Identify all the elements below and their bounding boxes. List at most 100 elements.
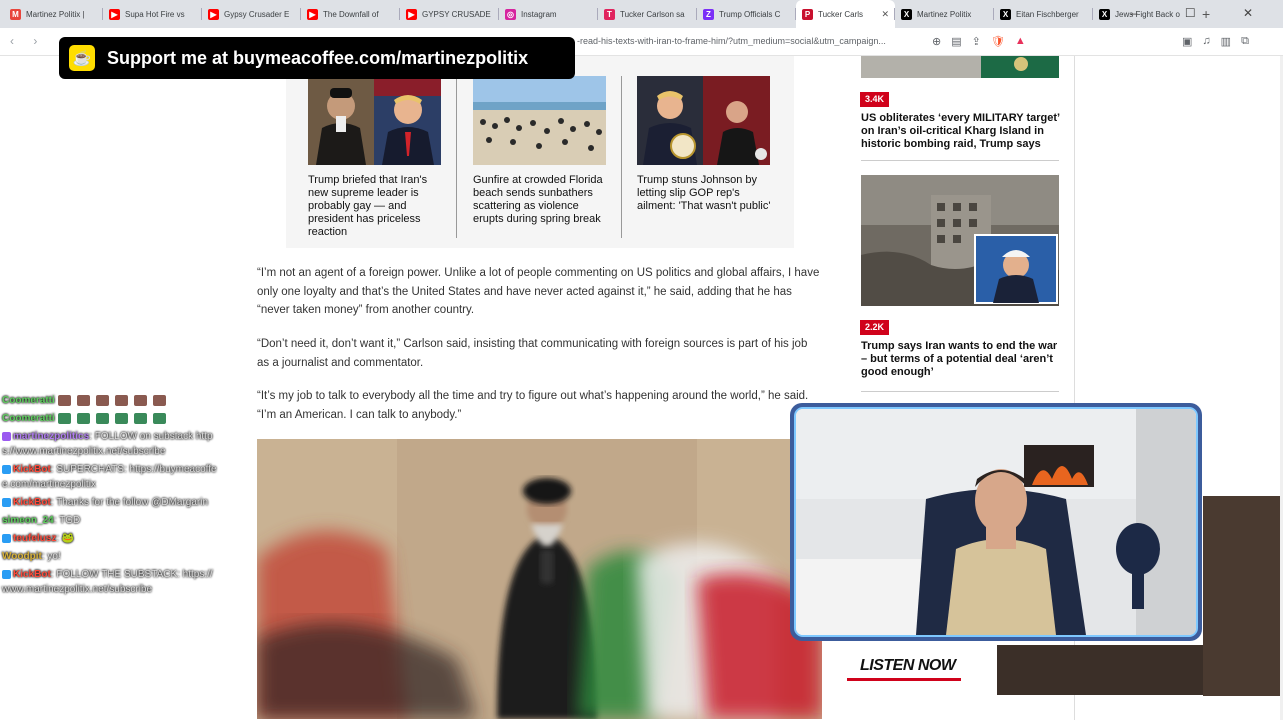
chat-message: KickBot: SUPERCHATS: https://buymeacoffe… [2,462,218,492]
chat-message: KickBot: FOLLOW THE SUBSTACK: https://ww… [2,567,218,597]
tab-favicon-icon: X [901,8,912,20]
tab-close-icon[interactable]: ✕ [881,9,889,20]
chat-text: : 🐸 [56,533,75,544]
chat-username[interactable]: martinezpolitics [13,431,89,442]
tab-title: Trump Officials C [719,9,781,19]
browser-tab[interactable]: P Tucker Carls ✕ [796,0,895,28]
chat-badge-icon [2,464,11,474]
sidebar-story-1-badge: 3.4K [860,92,890,107]
back-forward-icon[interactable]: ‹ › [10,34,45,48]
stream-chat: Coomeratti Coomeratti martinezpolitics : … [2,393,218,600]
chat-emote-icon [57,412,71,424]
browser-tab[interactable]: T Tucker Carlson sa [598,0,697,28]
tab-favicon-icon: X [1099,8,1110,20]
chat-username[interactable]: KickBot [13,464,51,475]
card-divider [456,76,457,238]
background-decor [1203,496,1283,696]
sidebar-rule [861,160,1059,161]
tab-title: The Downfall of [323,9,379,19]
tab-favicon-icon: ▶ [307,8,318,20]
article-paragraph-1: “I’m not an agent of a foreign power. Un… [257,267,820,316]
chat-username[interactable]: Woodpit [2,551,42,562]
tab-title: Tucker Carlson sa [620,9,685,19]
browser-tab[interactable]: ▶ Supa Hot Fire vs [103,0,202,28]
chat-emote-icon [152,394,166,406]
related-articles: Trump briefed that Iran's new supreme le… [286,56,794,248]
rewards-icon[interactable]: ▲ [1015,35,1026,48]
chat-username[interactable]: KickBot [13,497,51,508]
chat-emote-icon [95,394,109,406]
related-card-3-image[interactable] [637,76,770,165]
related-card-2-image[interactable] [473,76,606,165]
chat-emote-icon [133,412,147,424]
tab-title: Martinez Politix [917,9,972,19]
tab-favicon-icon: ▶ [109,8,120,20]
related-card-1-caption[interactable]: Trump briefed that Iran's new supreme le… [308,174,442,239]
tab-favicon-icon: X [1000,8,1011,20]
webcam-feed [794,407,1198,637]
chat-username[interactable]: Coomeratti [2,413,55,424]
listen-now-section[interactable]: LISTEN NOW [847,647,997,687]
tab-favicon-icon: ▶ [208,8,219,20]
chat-message: teufelusz: 🐸 [2,531,218,546]
toolbar-right-icons: ▣ ♫ ▥ ⧉ [1182,35,1249,48]
chat-username[interactable]: simeon_24 [2,515,54,526]
listen-now-underline [847,678,961,681]
chat-username[interactable]: teufelusz [13,533,56,544]
chat-message: Woodpit: yo! [2,549,218,564]
browser-tab[interactable]: ▶ GYPSY CRUSADE [400,0,499,28]
listen-now-title[interactable]: LISTEN NOW [860,657,956,675]
chat-badge-icon [2,497,11,507]
browser-tab[interactable]: ▶ The Downfall of [301,0,400,28]
related-card-2-caption[interactable]: Gunfire at crowded Florida beach sends s… [473,174,607,226]
tab-title: Gypsy Crusader E [224,9,290,19]
tab-title: Tucker Carls [818,9,864,19]
chat-message: Coomeratti [2,393,218,408]
tab-title: Martinez Politix | [26,9,85,19]
article-hero-image [257,439,822,719]
media-icon[interactable]: ♫ [1202,35,1210,48]
browser-tab[interactable]: X Martinez Politix [895,0,994,28]
sidebar-rule [861,391,1059,392]
sidebar-story-2-headline[interactable]: Trump says Iran wants to end the war – b… [861,340,1061,379]
chat-username[interactable]: KickBot [13,569,51,580]
related-card-1-image[interactable] [308,76,441,165]
address-bar[interactable]: -read-his-texts-with-iran-to-frame-him/?… [577,36,922,46]
browser-tab[interactable]: ◎ Instagram [499,0,598,28]
brave-shield-icon[interactable]: 🛡 [991,35,1005,48]
chat-emote-icon [95,412,109,424]
chat-username[interactable]: Coomeratti [2,395,55,406]
chat-message: KickBot: Thanks for the follow @DMargari… [2,495,218,510]
chat-emote-icon [114,412,128,424]
zoom-icon[interactable]: ⊕ [932,35,941,48]
reader-icon[interactable]: ▤ [951,35,961,48]
window-controls[interactable]: ‒ ☐ ✕ [1131,6,1275,20]
sidebar-story-1-image[interactable] [861,56,1059,78]
tab-favicon-icon: M [10,8,21,20]
chat-emote-icon [76,412,90,424]
related-card-1[interactable]: Trump briefed that Iran's new supreme le… [308,76,442,239]
browser-tab[interactable]: ▶ Gypsy Crusader E [202,0,301,28]
browser-tab[interactable]: X Eitan Fischberger [994,0,1093,28]
related-card-2[interactable]: Gunfire at crowded Florida beach sends s… [473,76,607,226]
toolbar-icons: ⊕ ▤ ⇪ 🛡 ▲ [932,35,1026,48]
related-card-3-caption[interactable]: Trump stuns Johnson by letting slip GOP … [637,174,771,213]
related-card-3[interactable]: Trump stuns Johnson by letting slip GOP … [637,76,771,213]
reading-list-icon[interactable]: ▥ [1221,35,1231,48]
sidebar-story-2-badge: 2.2K [860,320,890,335]
tab-favicon-icon: T [604,8,615,20]
sidebar-story-2-image[interactable] [861,175,1059,306]
card-divider [621,76,622,238]
chat-badge-icon [2,533,11,543]
extensions-icon[interactable]: ⧉ [1241,35,1249,48]
browser-tab[interactable]: M Martinez Politix | [4,0,103,28]
support-banner-text: Support me at buymeacoffee.com/martinezp… [107,47,529,68]
chat-text: : yo! [41,551,61,562]
tab-favicon-icon: ▶ [406,8,417,20]
share-icon[interactable]: ⇪ [972,35,981,48]
coffee-cup-icon: ☕ [69,45,95,71]
browser-tab[interactable]: Z Trump Officials C [697,0,796,28]
sidebar-story-1-headline[interactable]: US obliterates ‘every MILITARY target’ o… [861,112,1061,151]
sidebar-toggle-icon[interactable]: ▣ [1182,35,1192,48]
article-paragraph-2: “Don’t need it, don’t want it,” Carlson … [257,338,808,369]
